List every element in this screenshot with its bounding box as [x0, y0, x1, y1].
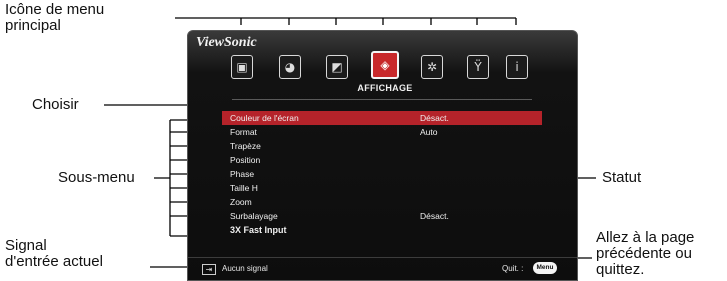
- select-callout: Choisir: [32, 96, 79, 113]
- submenu-item-zoom[interactable]: Zoom: [222, 195, 542, 209]
- submenu-item-h-size[interactable]: Taille H: [222, 181, 542, 195]
- status-callout: Statut: [602, 169, 642, 186]
- active-menu-title: AFFICHAGE: [357, 83, 413, 93]
- submenu-item-label: Position: [230, 155, 261, 165]
- submenu-item-label: Couleur de l'écran: [230, 113, 299, 123]
- monitor-icon[interactable]: ▣: [231, 55, 253, 79]
- tools-icon-glyph: Ÿ: [474, 60, 482, 74]
- back-or-quit-callout-line1: Allez à la page: [596, 229, 695, 246]
- menu-divider: [232, 99, 532, 100]
- main-menu-icon-callout-line2: principal: [5, 17, 61, 34]
- display-icon[interactable]: ◈: [371, 51, 399, 79]
- submenu-item-label: Phase: [230, 169, 255, 179]
- brand-logo: ViewSonic: [196, 35, 257, 50]
- submenu-item-fast-input[interactable]: 3X Fast Input: [222, 223, 542, 237]
- osd-status-bar: ⇥ Aucun signal Quit. : Menu: [188, 257, 577, 280]
- current-signal-callout-line1: Signal: [5, 237, 47, 254]
- submenu-item-keystone[interactable]: Trapèze: [222, 139, 542, 153]
- info-icon[interactable]: i: [506, 55, 528, 79]
- back-or-quit-callout-line3: quittez.: [596, 261, 645, 278]
- display-icon-glyph: ◈: [380, 58, 390, 72]
- submenu-item-screen-color[interactable]: Couleur de l'écran Désact.: [222, 111, 542, 125]
- palette-icon-glyph: ◕: [284, 60, 296, 74]
- submenu-item-label: Format: [230, 127, 257, 137]
- image-icon[interactable]: ◩: [326, 55, 348, 79]
- back-or-quit-callout: Allez à la page précédente ou quittez.: [596, 230, 694, 278]
- image-icon-glyph: ◩: [331, 60, 343, 74]
- submenu-item-label: Zoom: [230, 197, 252, 207]
- submenu-item-status: Désact.: [420, 211, 449, 221]
- settings-gear-icon-glyph: ✲: [426, 60, 438, 74]
- submenu-item-position[interactable]: Position: [222, 153, 542, 167]
- quit-label: Quit. :: [502, 264, 524, 273]
- submenu-item-status: Auto: [420, 127, 438, 137]
- main-menu-icon-callout: Icône de menu principal: [5, 2, 104, 34]
- tools-icon[interactable]: Ÿ: [467, 55, 489, 79]
- current-signal-callout-line2: d'entrée actuel: [5, 253, 103, 270]
- input-signal-status: Aucun signal: [222, 264, 268, 273]
- monitor-icon-glyph: ▣: [236, 60, 248, 74]
- submenu-item-label: Surbalayage: [230, 211, 278, 221]
- submenu-item-status: Désact.: [420, 113, 449, 123]
- input-signal-icon: ⇥: [202, 264, 216, 275]
- menu-key-button[interactable]: Menu: [533, 262, 557, 274]
- submenu-item-label: Taille H: [230, 183, 258, 193]
- osd-menu-panel: ViewSonic ▣ ◕ ◩ ◈ ✲ Ÿ i AFFICHAGE Couleu…: [187, 30, 578, 281]
- main-menu-icon-callout-line1: Icône de menu: [5, 1, 105, 18]
- palette-icon[interactable]: ◕: [279, 55, 301, 79]
- info-icon-glyph: i: [515, 60, 519, 74]
- submenu-item-overscan[interactable]: Surbalayage Désact.: [222, 209, 542, 223]
- submenu-callout: Sous-menu: [58, 169, 135, 186]
- submenu-item-label: Trapèze: [230, 141, 261, 151]
- current-signal-callout: Signal d'entrée actuel: [5, 238, 103, 270]
- submenu-item-format[interactable]: Format Auto: [222, 125, 542, 139]
- settings-gear-icon[interactable]: ✲: [421, 55, 443, 79]
- submenu-list: Couleur de l'écran Désact. Format Auto T…: [222, 111, 542, 237]
- back-or-quit-callout-line2: précédente ou: [596, 245, 692, 262]
- submenu-item-label: 3X Fast Input: [230, 225, 287, 235]
- submenu-item-phase[interactable]: Phase: [222, 167, 542, 181]
